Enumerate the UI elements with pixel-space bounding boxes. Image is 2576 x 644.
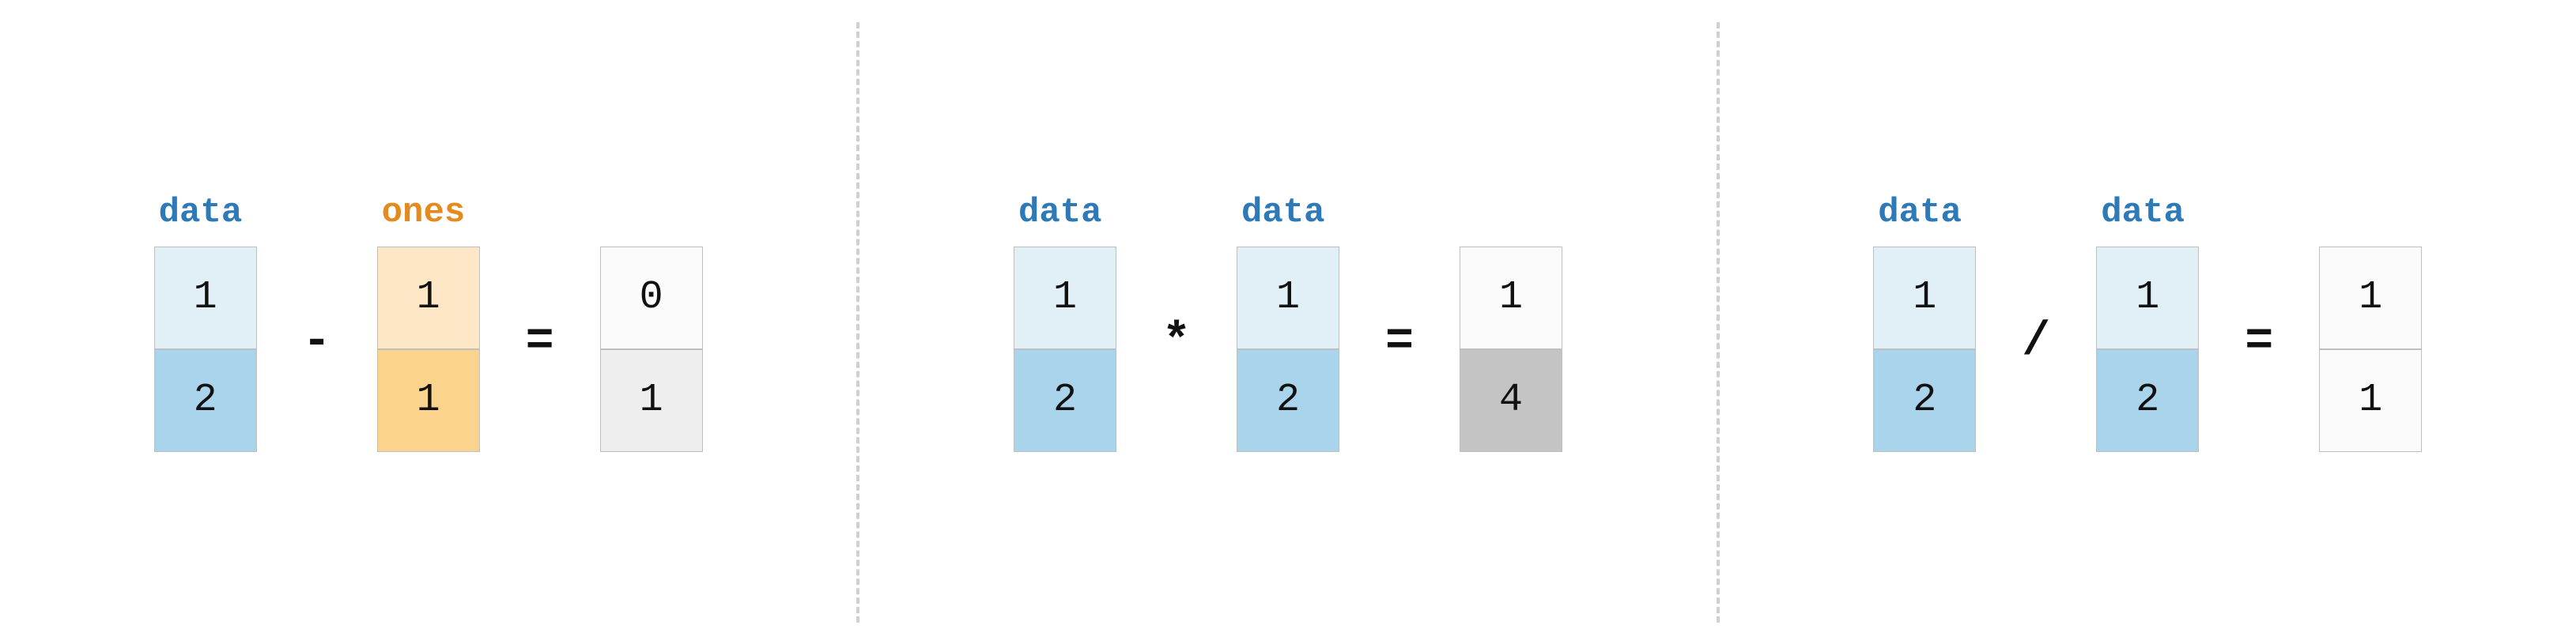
array-cell: 1 <box>1237 247 1339 349</box>
array-label: data <box>154 193 243 232</box>
operator-equals: = <box>2237 315 2281 369</box>
operand-right: ones 1 1 <box>377 193 480 452</box>
array-cell: 1 <box>600 349 703 452</box>
array-label: data <box>1237 193 1325 232</box>
array-cell: 1 <box>154 247 257 349</box>
operator-times: * <box>1154 315 1199 369</box>
operand-right: data 1 2 <box>2096 193 2199 452</box>
operand-left: data 1 2 <box>154 193 257 452</box>
array: 1 4 <box>1460 247 1562 452</box>
result: . 1 1 <box>2319 193 2422 452</box>
panel-subtract: data 1 2 - ones 1 1 = . 0 1 <box>154 193 703 452</box>
array-cell: 2 <box>1873 349 1976 452</box>
operand-left: data 1 2 <box>1873 193 1976 452</box>
array-label: data <box>1014 193 1102 232</box>
divider <box>856 22 859 623</box>
array-cell: 1 <box>2096 247 2199 349</box>
operator-equals: = <box>518 315 562 369</box>
operand-right: data 1 2 <box>1237 193 1339 452</box>
array-label: data <box>2096 193 2185 232</box>
array: 1 2 <box>154 247 257 452</box>
operator-divide: / <box>2014 315 2058 369</box>
result: . 0 1 <box>600 193 703 452</box>
array-cell: 2 <box>2096 349 2199 452</box>
array: 1 2 <box>1237 247 1339 452</box>
array-cell: 4 <box>1460 349 1562 452</box>
array-cell: 1 <box>2319 247 2422 349</box>
operand-left: data 1 2 <box>1014 193 1116 452</box>
array-cell: 0 <box>600 247 703 349</box>
result: . 1 4 <box>1460 193 1562 452</box>
operator-equals: = <box>1377 315 1422 369</box>
panel-multiply: data 1 2 * data 1 2 = . 1 4 <box>1014 193 1562 452</box>
array: 1 2 <box>1873 247 1976 452</box>
array: 0 1 <box>600 247 703 452</box>
divider <box>1717 22 1720 623</box>
panel-divide: data 1 2 / data 1 2 = . 1 1 <box>1873 193 2422 452</box>
array-cell: 1 <box>1460 247 1562 349</box>
array-cell: 1 <box>377 247 480 349</box>
array-label: data <box>1873 193 1962 232</box>
array-cell: 1 <box>377 349 480 452</box>
array-cell: 2 <box>154 349 257 452</box>
array-cell: 1 <box>2319 349 2422 452</box>
array-cell: 2 <box>1014 349 1116 452</box>
operator-minus: - <box>295 315 339 369</box>
array: 1 2 <box>2096 247 2199 452</box>
array-cell: 1 <box>1873 247 1976 349</box>
array-cell: 1 <box>1014 247 1116 349</box>
diagram-canvas: data 1 2 - ones 1 1 = . 0 1 data <box>0 0 2576 644</box>
array: 1 1 <box>377 247 480 452</box>
array: 1 1 <box>2319 247 2422 452</box>
array-label: ones <box>377 193 466 232</box>
array-cell: 2 <box>1237 349 1339 452</box>
array: 1 2 <box>1014 247 1116 452</box>
